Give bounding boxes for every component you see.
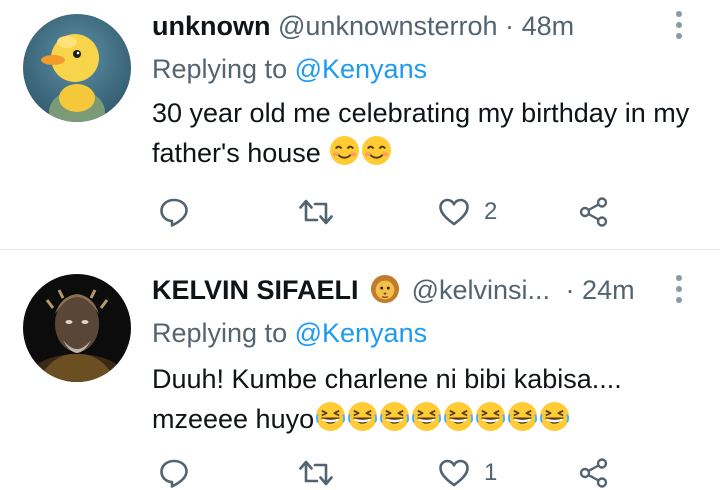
grinning-squinting-face-emoji-icon bbox=[412, 401, 442, 432]
grinning-squinting-face-emoji-icon bbox=[508, 401, 538, 432]
replying-to-label: Replying to bbox=[152, 54, 288, 84]
grinning-squinting-face-emoji-icon bbox=[348, 401, 378, 432]
like-button[interactable]: 2 bbox=[438, 192, 497, 232]
share-icon bbox=[579, 197, 608, 227]
share-button[interactable] bbox=[578, 453, 610, 490]
lion-face-emoji-icon bbox=[370, 274, 400, 304]
retweet-button[interactable] bbox=[298, 453, 334, 490]
grinning-squinting-face-emoji-icon bbox=[444, 401, 474, 432]
separator-dot: · bbox=[565, 275, 575, 305]
tweet[interactable]: unknown @unknownsterroh · 48m Replying t… bbox=[0, 0, 720, 250]
share-icon bbox=[579, 458, 608, 488]
like-count: 1 bbox=[484, 459, 498, 486]
retweet-icon bbox=[299, 199, 333, 225]
grinning-squinting-face-emoji-icon bbox=[540, 401, 570, 432]
display-name[interactable]: unknown bbox=[152, 11, 270, 41]
grinning-squinting-face-emoji-icon bbox=[476, 401, 506, 432]
user-handle[interactable]: @unknownsterroh bbox=[278, 11, 498, 41]
mention-link[interactable]: @Kenyans bbox=[295, 54, 427, 84]
like-button[interactable]: 1 bbox=[438, 453, 497, 490]
share-button[interactable] bbox=[578, 192, 610, 232]
timestamp[interactable]: 24m bbox=[582, 275, 635, 305]
duckling-avatar-image bbox=[23, 14, 131, 122]
tweet-text-line: Duuh! Kumbe charlene ni bibi kabisa.... bbox=[152, 364, 622, 394]
heart-icon bbox=[439, 198, 469, 226]
tweet-text-content: mzeeee huyo bbox=[152, 404, 315, 434]
more-options-icon[interactable] bbox=[674, 10, 684, 40]
reply-icon bbox=[160, 198, 188, 227]
replying-to: Replying to @Kenyans bbox=[152, 315, 427, 351]
display-name[interactable]: KELVIN SIFAELI bbox=[152, 275, 359, 305]
user-handle[interactable]: @kelvinsi... bbox=[412, 275, 550, 305]
grinning-squinting-face-emoji-icon bbox=[316, 401, 346, 432]
tweet-text-content: 30 year old me celebrating my birthday i… bbox=[152, 98, 690, 168]
avatar[interactable] bbox=[23, 14, 131, 122]
replying-to: Replying to @Kenyans bbox=[152, 51, 427, 87]
tweet-text: 30 year old me celebrating my birthday i… bbox=[152, 93, 708, 173]
retweet-icon bbox=[299, 460, 333, 486]
tweet[interactable]: KELVIN SIFAELI @kelvinsi... · 24m Replyi… bbox=[0, 250, 720, 490]
reply-icon bbox=[160, 459, 188, 488]
tweet-header: KELVIN SIFAELI @kelvinsi... · 24m bbox=[152, 272, 635, 308]
timestamp[interactable]: 48m bbox=[522, 11, 575, 41]
replying-to-label: Replying to bbox=[152, 318, 288, 348]
heart-icon bbox=[439, 459, 469, 487]
grinning-squinting-face-emoji-icon bbox=[380, 401, 410, 432]
smiling-face-emoji-icon bbox=[362, 135, 392, 166]
warrior-portrait-avatar-image bbox=[23, 274, 131, 382]
separator-dot: · bbox=[505, 11, 515, 41]
reply-button[interactable] bbox=[158, 453, 190, 490]
emoji-group bbox=[314, 401, 570, 434]
tweet-actions: 1 bbox=[152, 453, 622, 490]
smiling-face-emoji-icon bbox=[330, 135, 360, 166]
tweet-header: unknown @unknownsterroh · 48m bbox=[152, 8, 574, 44]
more-options-icon[interactable] bbox=[674, 274, 684, 304]
mention-link[interactable]: @Kenyans bbox=[295, 318, 427, 348]
tweet-actions: 2 bbox=[152, 192, 622, 232]
avatar[interactable] bbox=[23, 274, 131, 382]
like-count: 2 bbox=[484, 198, 498, 225]
tweet-text: Duuh! Kumbe charlene ni bibi kabisa.... … bbox=[152, 359, 708, 439]
tweet-text-line-2: mzeeee huyo bbox=[152, 399, 708, 439]
retweet-button[interactable] bbox=[298, 192, 334, 232]
reply-button[interactable] bbox=[158, 192, 190, 232]
